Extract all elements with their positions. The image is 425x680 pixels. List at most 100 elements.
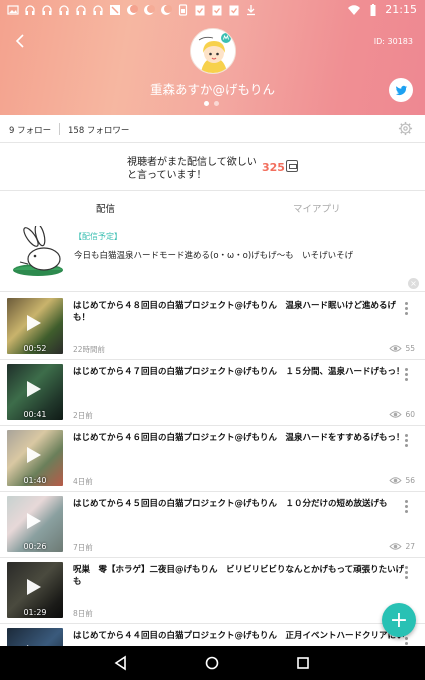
notification-icons: [6, 4, 257, 16]
headphones-icon: [74, 4, 87, 16]
close-icon[interactable]: ×: [408, 278, 419, 289]
scheduled-tag: 【配信予定】: [74, 232, 122, 241]
headphones-icon: [23, 4, 36, 16]
navigation-bar: [0, 646, 425, 680]
video-duration: 01:40: [23, 476, 47, 485]
view-count: 27: [389, 542, 415, 551]
back-button[interactable]: [10, 30, 32, 52]
view-count: 60: [389, 410, 415, 419]
video-duration: 00:41: [23, 410, 47, 419]
video-posted-time: 8日前: [73, 609, 93, 618]
video-duration: 00:52: [23, 344, 47, 353]
bunny-illustration: [10, 223, 66, 282]
eye-icon: [389, 411, 403, 418]
mute-icon: [108, 4, 121, 16]
more-options-icon[interactable]: [405, 368, 409, 384]
view-count-value: 56: [405, 476, 415, 485]
screen: 21:15 ID: 30183 重森あすか@げもりん 9 フォロー 158 フォ…: [0, 0, 425, 680]
profile-header: 21:15 ID: 30183 重森あすか@げもりん: [0, 0, 425, 115]
play-icon: [27, 315, 41, 331]
chevron-left-icon: [15, 34, 24, 48]
moon-icon: [125, 4, 138, 16]
video-posted-time: 4日前: [73, 477, 93, 486]
view-count-value: 27: [405, 542, 415, 551]
status-bar: 21:15: [0, 0, 425, 20]
battery-icon: [366, 3, 379, 16]
check-clipboard-icon: [227, 4, 240, 16]
username: 重森あすか@げもりん: [149, 82, 275, 97]
request-line-2: と言っています！: [127, 170, 207, 181]
video-item[interactable]: 01:29 呪巣 零【ホラゲ】二夜目@げもりん ビリビリビビりなんとかげもって頑張…: [0, 558, 425, 624]
more-options-icon[interactable]: [405, 302, 409, 318]
download-icon: [244, 4, 257, 16]
more-options-icon[interactable]: [405, 566, 409, 582]
play-icon: [27, 447, 41, 463]
view-count: 55: [389, 344, 415, 353]
play-icon: [27, 513, 41, 529]
video-thumbnail[interactable]: 01:29: [7, 562, 63, 618]
add-button[interactable]: +: [382, 603, 416, 637]
nav-recents-button[interactable]: [294, 654, 312, 672]
scheduled-broadcast[interactable]: 【配信予定】 今日も白猫温泉ハードモード進める(o・ω・o)げもげ～も いそげい…: [0, 222, 425, 290]
video-item[interactable]: 00:26 はじめてから４５回目の白猫プロジェクト@げもりん １０分だけの短め放送…: [0, 492, 425, 558]
headphones-icon: [91, 4, 104, 16]
tab-broadcast[interactable]: 配信: [96, 201, 115, 215]
view-count-value: 55: [405, 344, 415, 353]
video-title[interactable]: はじめてから４７回目の白猫プロジェクト@げもりん １５分間、温泉ハードげもっ！: [73, 366, 405, 378]
moon-icon: [142, 4, 155, 16]
eye-icon: [389, 543, 403, 550]
video-posted-time: 2日前: [73, 411, 93, 420]
request-icon: [286, 160, 298, 172]
eye-icon: [389, 345, 403, 352]
more-options-icon[interactable]: [405, 500, 409, 516]
request-count: 325: [262, 161, 285, 174]
request-line-1: 視聴者がまた配信して欲しい: [127, 157, 257, 168]
view-count: 56: [389, 476, 415, 485]
clock: 21:15: [385, 3, 417, 16]
twitter-button[interactable]: [389, 78, 413, 102]
tab-my-app[interactable]: マイアプリ: [293, 201, 341, 215]
video-title[interactable]: はじめてから４５回目の白猫プロジェクト@げもりん １０分だけの短め放送げも: [73, 498, 405, 510]
video-title[interactable]: はじめてから４８回目の白猫プロジェクト@げもりん 温泉ハード眠いけど進めるげも！: [73, 300, 405, 324]
page-dot-active: [204, 101, 209, 106]
video-posted-time: 7日前: [73, 543, 93, 552]
video-item[interactable]: 00:52 はじめてから４８回目の白猫プロジェクト@げもりん 温泉ハード眠いけど進…: [0, 294, 425, 360]
video-thumbnail[interactable]: 00:26: [7, 496, 63, 552]
nav-home-button[interactable]: [203, 654, 221, 672]
video-item[interactable]: 01:40 はじめてから４６回目の白猫プロジェクト@げもりん 温泉ハードをすすめる…: [0, 426, 425, 492]
play-icon: [27, 579, 41, 595]
headphones-icon: [40, 4, 53, 16]
video-thumbnail[interactable]: 01:40: [7, 430, 63, 486]
circle-home-icon: [205, 656, 219, 670]
avatar-illustration: [191, 29, 235, 73]
divider: [59, 123, 60, 135]
video-title[interactable]: はじめてから４６回目の白猫プロジェクト@げもりん 温泉ハードをすすめるげもっ！: [73, 432, 405, 444]
more-options-icon[interactable]: [405, 434, 409, 450]
sim-icon: [176, 4, 189, 16]
plus-icon: +: [389, 607, 409, 633]
follower-count[interactable]: 158 フォロワー: [68, 124, 129, 136]
nav-back-button[interactable]: [112, 654, 130, 672]
video-duration: 00:26: [23, 542, 47, 551]
video-title[interactable]: はじめてから４４回目の白猫プロジェクト@げもりん 正月イベントハードクリアにい: [73, 630, 405, 642]
page-dot: [214, 101, 219, 106]
triangle-back-icon: [114, 655, 126, 671]
avatar[interactable]: [190, 28, 236, 74]
video-thumbnail[interactable]: 00:52: [7, 298, 63, 354]
square-recents-icon: [297, 657, 309, 669]
follow-count[interactable]: 9 フォロー: [9, 124, 51, 136]
gallery-icon: [6, 4, 19, 16]
moon-icon: [159, 4, 172, 16]
wifi-icon: [347, 4, 360, 16]
check-clipboard-icon: [193, 4, 206, 16]
check-clipboard-icon: [210, 4, 223, 16]
rebroadcast-request: 視聴者がまた配信して欲しい と言っています！: [127, 156, 257, 182]
play-icon: [27, 381, 41, 397]
divider: [0, 291, 425, 292]
video-title[interactable]: 呪巣 零【ホラゲ】二夜目@げもりん ビリビリビビりなんとかげもって頑張りたいげも: [73, 564, 405, 588]
gear-icon[interactable]: [398, 121, 413, 136]
video-thumbnail[interactable]: 00:41: [7, 364, 63, 420]
eye-icon: [389, 477, 403, 484]
headphones-icon: [57, 4, 70, 16]
video-item[interactable]: 00:41 はじめてから４７回目の白猫プロジェクト@げもりん １５分間、温泉ハード…: [0, 360, 425, 426]
